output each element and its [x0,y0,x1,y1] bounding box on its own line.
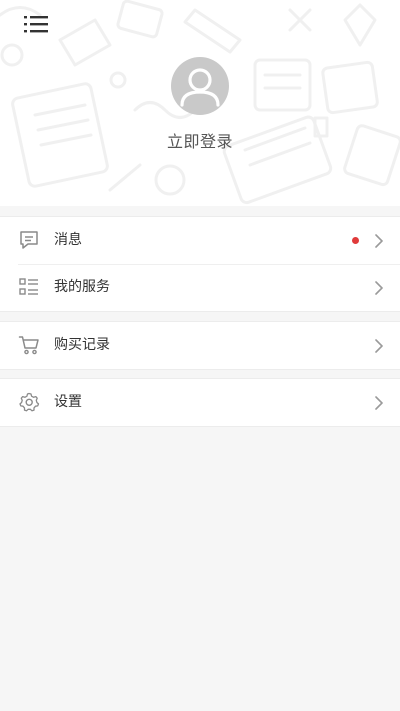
login-link[interactable]: 立即登录 [0,131,400,153]
avatar[interactable] [171,57,229,115]
menu-item-messages[interactable]: 消息 [0,217,400,264]
list-menu-icon [24,16,48,33]
service-list-icon [19,278,38,295]
menu-item-my-services[interactable]: 我的服务 [0,264,400,311]
profile-screen: 立即登录 消息 我的服务 购买记录 设置 [0,0,400,711]
chevron-right-icon [375,281,383,295]
menu-group-purchases: 购买记录 [0,321,400,370]
menu-item-settings[interactable]: 设置 [0,379,400,426]
menu-group-settings: 设置 [0,378,400,427]
menu-button[interactable] [18,10,54,38]
message-bubble-icon [20,231,38,249]
menu-item-purchase-records[interactable]: 购买记录 [0,322,400,369]
chevron-right-icon [375,234,383,248]
unread-dot [352,237,359,244]
chevron-right-icon [375,396,383,410]
shopping-cart-icon [18,336,39,355]
menu-item-label: 购买记录 [54,337,110,353]
gear-icon [19,392,40,412]
chevron-right-icon [375,339,383,353]
menu-item-label: 设置 [54,394,82,410]
default-user-avatar-icon [180,68,220,107]
profile-header: 立即登录 [0,0,400,206]
menu-group-primary: 消息 我的服务 [0,216,400,312]
menu-item-label: 我的服务 [54,279,110,295]
menu-item-label: 消息 [54,232,82,248]
